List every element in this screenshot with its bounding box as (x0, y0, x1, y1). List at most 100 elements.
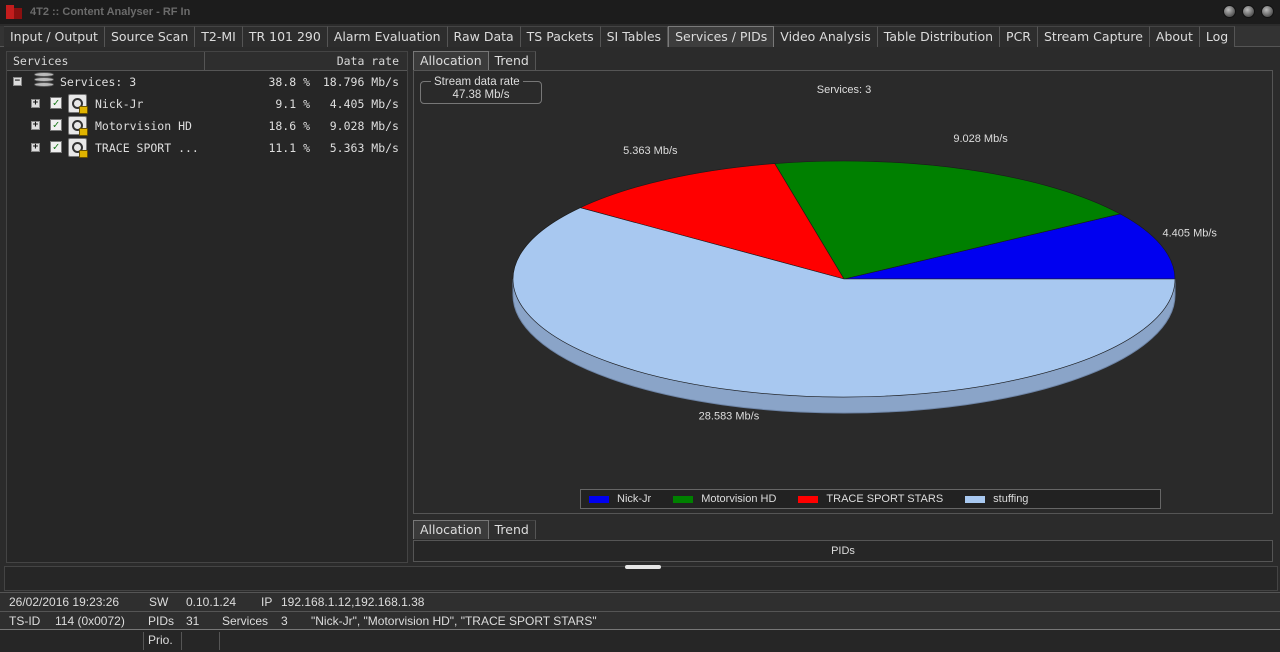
tree-root-label: Services: 3 (60, 75, 137, 89)
chart-title: Services: 3 (816, 84, 872, 96)
status-ip-label: IP (261, 595, 273, 609)
service-lock-icon (68, 138, 88, 158)
main-tab-bar: Input / Output Source Scan T2-MI TR 101 290… (0, 26, 1280, 47)
tree-root-services[interactable]: − Services: 3 38.8 % 18.796 Mb/s (7, 71, 407, 93)
status-prio-cell: Prio. (144, 632, 182, 650)
status-bar-system: 26/02/2016 19:23:26 SW 0.10.1.24 IP 192.… (0, 592, 1280, 611)
service-lock-icon (68, 116, 88, 136)
expand-icon[interactable]: + (31, 99, 40, 108)
service-checkbox[interactable]: ✓ (50, 97, 62, 109)
status-ip-value: 192.168.1.12,192.168.1.38 (281, 595, 425, 609)
tab-services-pids[interactable]: Services / PIDs (668, 26, 775, 47)
tab-trend-bottom[interactable]: Trend (488, 520, 536, 539)
status-bar-stream: TS-ID 114 (0x0072) PIDs 31 Services 3 "N… (0, 611, 1280, 629)
service-pct: 9.1 % (275, 97, 310, 111)
service-row[interactable]: + ✓ Motorvision HD 18.6 % 9.028 Mb/s (7, 115, 407, 137)
service-name: Nick-Jr (95, 97, 144, 111)
status-sw-label: SW (149, 595, 169, 609)
service-row[interactable]: + ✓ TRACE SPORT ... 11.1 % 5.363 Mb/s (7, 137, 407, 159)
tab-alarm-evaluation[interactable]: Alarm Evaluation (327, 26, 448, 47)
tab-allocation-bottom[interactable]: Allocation (413, 520, 489, 539)
pie-data-label: 4.405 Mb/s (1162, 227, 1217, 239)
expand-icon[interactable]: + (31, 143, 40, 152)
tab-trend-top[interactable]: Trend (488, 51, 536, 70)
tab-tr-101-290[interactable]: TR 101 290 (242, 26, 328, 47)
app-logo-icon (6, 5, 22, 19)
tab-about[interactable]: About (1149, 26, 1200, 47)
tab-ts-packets[interactable]: TS Packets (520, 26, 601, 47)
tab-log[interactable]: Log (1199, 26, 1236, 47)
tab-source-scan[interactable]: Source Scan (104, 26, 196, 47)
title-bar: 4T2 :: Content Analyser - RF In (0, 0, 1280, 24)
allocation-trend-tabs-bottom: Allocation Trend (413, 520, 536, 539)
legend-label: stuffing (993, 493, 1029, 505)
tab-pcr[interactable]: PCR (1000, 26, 1038, 47)
status-prio-label: Prio. (148, 633, 173, 647)
services-tree-panel: Services Data rate − Services: 3 38.8 % … (6, 51, 408, 563)
collapse-icon[interactable]: − (13, 77, 22, 86)
services-root-icon (33, 71, 55, 89)
services-tree-header: Services Data rate (7, 52, 407, 71)
legend-item: Motorvision HD (673, 493, 776, 505)
status-bar-prio: Prio. (0, 629, 1280, 652)
legend-item: Nick-Jr (589, 493, 651, 505)
legend-swatch (965, 495, 986, 503)
legend-label: Nick-Jr (617, 493, 652, 505)
allocation-trend-tabs-top: Allocation Trend (413, 51, 536, 70)
service-checkbox[interactable]: ✓ (50, 141, 62, 153)
pids-header[interactable]: PIDs (413, 540, 1273, 562)
legend-item: stuffing (965, 493, 1028, 505)
window-controls (1223, 5, 1274, 18)
status-tsid-value: 114 (0x0072) (55, 614, 125, 628)
status-pids-value: 31 (186, 614, 200, 628)
status-services-value: 3 (281, 614, 288, 628)
service-rate: 4.405 Mb/s (329, 97, 399, 111)
status-cell-empty-2 (182, 632, 220, 650)
pie-data-label: 5.363 Mb/s (623, 145, 678, 157)
legend-label: Motorvision HD (701, 493, 777, 505)
tree-root-rate: 18.796 Mb/s (322, 75, 399, 89)
tab-video-analysis[interactable]: Video Analysis (774, 26, 878, 47)
status-datetime: 26/02/2016 19:23:26 (9, 595, 120, 609)
tab-table-distribution[interactable]: Table Distribution (877, 26, 1001, 47)
allocation-chart-panel: 4.405 Mb/s 9.028 Mb/s 5.363 Mb/s 28.583 Mb/… (413, 70, 1273, 514)
status-pids-label: PIDs (148, 614, 175, 628)
column-header-services[interactable]: Services (7, 52, 205, 70)
expand-icon[interactable]: + (31, 121, 40, 130)
tab-stream-capture[interactable]: Stream Capture (1037, 26, 1150, 47)
pie-chart: 4.405 Mb/s 9.028 Mb/s 5.363 Mb/s 28.583 Mb/… (512, 133, 1217, 422)
service-pct: 11.1 % (268, 141, 310, 155)
close-button[interactable] (1261, 5, 1274, 18)
status-cell-empty (0, 632, 144, 650)
tab-t2-mi[interactable]: T2-MI (195, 26, 243, 47)
service-rate: 5.363 Mb/s (329, 141, 399, 155)
chart-legend: Nick-Jr Motorvision HD TRACE SPORT STARS st… (580, 489, 1161, 509)
status-tsid-label: TS-ID (9, 614, 41, 628)
column-header-data-rate[interactable]: Data rate (205, 52, 407, 70)
service-pct: 18.6 % (268, 119, 310, 133)
service-row[interactable]: + ✓ Nick-Jr 9.1 % 4.405 Mb/s (7, 93, 407, 115)
pie-data-label: 28.583 Mb/s (699, 410, 760, 422)
window-title: 4T2 :: Content Analyser - RF In (30, 6, 191, 18)
status-services-label: Services (222, 614, 269, 628)
service-checkbox[interactable]: ✓ (50, 119, 62, 131)
tab-allocation-top[interactable]: Allocation (413, 51, 489, 70)
tab-si-tables[interactable]: SI Tables (600, 26, 669, 47)
legend-swatch (589, 495, 609, 503)
legend-swatch (673, 495, 694, 503)
tab-input-output[interactable]: Input / Output (4, 26, 105, 47)
service-name: Motorvision HD (95, 119, 192, 133)
legend-label: TRACE SPORT STARS (826, 493, 944, 505)
legend-swatch (798, 495, 819, 503)
pie-data-label: 9.028 Mb/s (953, 133, 1008, 145)
maximize-button[interactable] (1242, 5, 1255, 18)
splitter-handle[interactable] (625, 565, 661, 569)
minimize-button[interactable] (1223, 5, 1236, 18)
service-name: TRACE SPORT ... (95, 141, 199, 155)
legend-item: TRACE SPORT STARS (798, 493, 943, 505)
status-services-list: "Nick-Jr", "Motorvision HD", "TRACE SPOR… (311, 614, 597, 628)
service-rate: 9.028 Mb/s (329, 119, 399, 133)
tree-root-pct: 38.8 % (268, 75, 310, 89)
panel-splitter[interactable] (4, 565, 1278, 591)
tab-raw-data[interactable]: Raw Data (447, 26, 521, 47)
